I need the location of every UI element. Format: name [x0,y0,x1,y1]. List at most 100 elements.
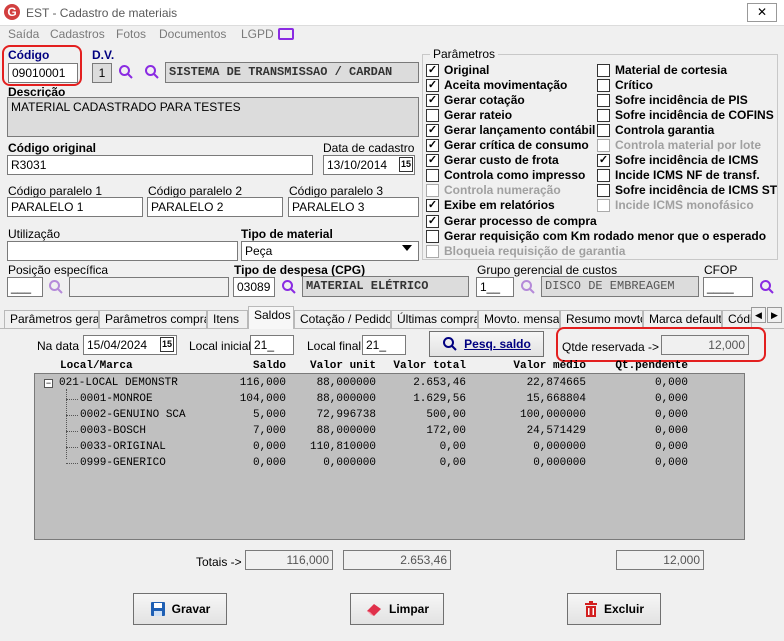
checkbox-right-5 [597,139,610,152]
grid-header-3: Valor total [393,360,466,372]
grid-cell-pend: 0,000 [654,377,688,389]
checkbox-left-0[interactable]: ✓ [426,64,439,77]
checkbox-label-right-5: Controla material por lote [615,138,762,152]
tab-scroll-right-icon[interactable]: ▶ [767,307,782,323]
grid-cell-unit: 88,000000 [316,393,376,405]
search-grupo-icon[interactable] [520,279,536,295]
checkbox-right-8[interactable] [597,184,610,197]
grid-cell-unit: 110,810000 [309,441,376,453]
cfop-field[interactable]: ____ [703,277,753,297]
grid-cell-pend: 0,000 [654,393,688,405]
checkbox-right-3[interactable] [597,109,610,122]
menu-fotos[interactable]: Fotos [116,27,146,41]
checkbox-left-7[interactable] [426,169,439,182]
collapse-icon[interactable]: − [44,379,53,388]
checkbox-left-6[interactable]: ✓ [426,154,439,167]
tab-1[interactable]: Parâmetros compras [99,310,207,328]
totais-label: Totais -> [196,555,242,569]
gravar-button[interactable]: Gravar [133,593,227,625]
gravar-label: Gravar [171,602,211,616]
codigo-field[interactable]: 09010001 [8,63,78,83]
grid-header-4: Valor médio [513,360,586,372]
calendar-icon[interactable]: 15 [399,157,413,172]
search-icon [443,337,457,351]
total-saldo-field: 116,000 [245,550,333,570]
checkbox-label-left-8: Controla numeração [444,183,561,197]
na-data-label: Na data [37,339,80,353]
local-inicial-field[interactable]: 21_ [250,335,294,355]
descricao-field[interactable]: MATERIAL CADASTRADO PARA TESTES [7,97,419,137]
checkbox-label-left-9: Exibe em relatórios [444,198,555,212]
save-icon [150,602,165,616]
monitor-icon[interactable] [278,28,294,40]
menu-documentos[interactable]: Documentos [159,27,226,41]
checkbox-left-3[interactable] [426,109,439,122]
tipo-material-select[interactable]: Peça [241,241,419,261]
tab-0[interactable]: Parâmetros gerais [4,310,99,328]
search-icon[interactable] [118,64,134,80]
search-despesa-icon[interactable] [281,279,297,295]
grupo-gerencial-code[interactable]: 1__ [476,277,514,297]
grid-cell-name: 0003-BOSCH [80,425,147,437]
menu-cadastros[interactable]: Cadastros [50,27,105,41]
tipo-material-label: Tipo de material [241,227,333,241]
checkbox-bottom-1[interactable] [426,230,439,243]
menu-lgpd[interactable]: LGPD [241,27,274,41]
checkbox-left-2[interactable]: ✓ [426,94,439,107]
close-button[interactable]: ✕ [747,3,777,22]
na-data-calendar-icon[interactable]: 15 [160,337,174,352]
checkbox-right-2[interactable] [597,94,610,107]
tab-7[interactable]: Resumo movto. [560,310,643,328]
paralelo2-field[interactable]: PARALELO 2 [147,197,283,217]
posicao-field[interactable]: ___ [7,277,43,297]
tab-8[interactable]: Marca default [643,310,722,328]
menu-saida[interactable]: Saída [8,27,39,41]
checkbox-right-6[interactable]: ✓ [597,154,610,167]
checkbox-label-left-4: Gerar lançamento contábil [444,123,596,137]
checkbox-label-right-1: Crítico [615,78,654,92]
paralelo1-field[interactable]: PARALELO 1 [7,197,143,217]
search-posicao-icon[interactable] [48,279,64,295]
tab-6[interactable]: Movto. mensal [478,310,560,328]
checkbox-left-9[interactable]: ✓ [426,199,439,212]
tipo-despesa-code[interactable]: 03089 [233,277,275,297]
paralelo3-field[interactable]: PARALELO 3 [288,197,419,217]
chevron-down-icon[interactable] [402,245,412,251]
utilizacao-field[interactable] [7,241,238,261]
paralelo3-label: Código paralelo 3 [289,184,384,198]
checkbox-bottom-0[interactable]: ✓ [426,215,439,228]
grid-header-5: Qt.pendente [615,360,688,372]
grid-cell-medio: 22,874665 [526,377,586,389]
tab-9[interactable]: Códi [722,310,752,328]
checkbox-right-0[interactable] [597,64,610,77]
tree-connector [66,399,78,400]
codigo-original-field[interactable]: R3031 [7,155,313,175]
checkbox-right-1[interactable] [597,79,610,92]
tab-4[interactable]: Cotação / Pedido [294,310,391,328]
checkbox-bottom-2 [426,245,439,258]
limpar-button[interactable]: Limpar [350,593,444,625]
search-subgroup-icon[interactable] [144,64,160,80]
utilizacao-label: Utilização [8,227,61,241]
tab-2[interactable]: Itens [207,310,248,328]
checkbox-left-5[interactable]: ✓ [426,139,439,152]
search-cfop-icon[interactable] [759,279,775,295]
tab-scroll-left-icon[interactable]: ◀ [751,307,766,323]
excluir-button[interactable]: Excluir [567,593,661,625]
checkbox-label-bottom-0: Gerar processo de compra [444,214,597,228]
checkbox-left-4[interactable]: ✓ [426,124,439,137]
checkbox-left-8 [426,184,439,197]
checkbox-left-1[interactable]: ✓ [426,79,439,92]
tab-3[interactable]: Saldos [248,306,294,329]
grid-cell-pend: 0,000 [654,457,688,469]
checkbox-label-bottom-2: Bloqueia requisição de garantia [444,244,626,258]
eraser-icon [366,604,381,616]
checkbox-right-9 [597,199,610,212]
local-final-field[interactable]: 21_ [362,335,406,355]
pesq-saldo-button[interactable]: Pesq. saldo [429,331,544,357]
checkbox-right-7[interactable] [597,169,610,182]
tab-5[interactable]: Últimas compras [391,310,478,328]
checkbox-label-right-4: Controla garantia [615,123,715,137]
checkbox-right-4[interactable] [597,124,610,137]
grid-cell-total: 2.653,46 [413,377,466,389]
